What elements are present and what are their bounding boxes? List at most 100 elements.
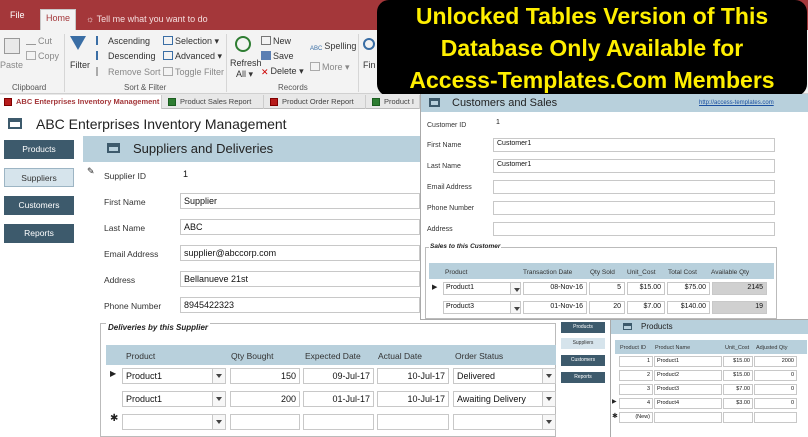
mini-nav-products[interactable]: Products: [561, 322, 605, 333]
new-record-button[interactable]: New: [261, 36, 291, 46]
customer-email-field[interactable]: [493, 180, 775, 194]
sale-product-field[interactable]: Product1: [443, 282, 521, 295]
chevron-down-icon[interactable]: [212, 369, 225, 383]
product-qty-cell[interactable]: 0: [754, 398, 797, 409]
new-product-id-cell[interactable]: (New): [619, 412, 653, 423]
filter-button[interactable]: Filter: [70, 60, 90, 70]
product-name-cell[interactable]: Product3: [654, 384, 722, 395]
delivery-product-field[interactable]: Product1: [122, 391, 226, 407]
chevron-down-icon[interactable]: [212, 392, 225, 406]
website-link[interactable]: http://access-templates.com: [699, 100, 774, 106]
new-delivery-status-field[interactable]: [453, 414, 556, 430]
last-name-field[interactable]: ABC: [180, 219, 420, 235]
save-label: Save: [273, 51, 294, 61]
supplier-id-field[interactable]: 1: [180, 167, 420, 183]
chevron-down-icon[interactable]: [542, 415, 555, 429]
sale-total-cost-field[interactable]: $140.00: [667, 301, 710, 314]
new-product-cost-cell[interactable]: [723, 412, 753, 423]
delivery-qty-field[interactable]: 200: [230, 391, 300, 407]
chevron-down-icon[interactable]: [542, 392, 555, 406]
delivery-expected-field[interactable]: 01-Jul-17: [303, 391, 374, 407]
mini-nav-customers[interactable]: Customers: [561, 355, 605, 366]
delete-record-button[interactable]: ✕ Delete ▾: [261, 66, 304, 77]
new-product-name-cell[interactable]: [654, 412, 722, 423]
sale-date-field[interactable]: 08-Nov-16: [523, 282, 587, 295]
product-cost-cell[interactable]: $3.00: [723, 398, 753, 409]
sale-qty-field[interactable]: 20: [589, 301, 625, 314]
nav-customers-button[interactable]: Customers: [4, 196, 74, 215]
new-product-qty-cell[interactable]: [754, 412, 797, 423]
product-id-cell[interactable]: 2: [619, 370, 653, 381]
delivery-expected-field[interactable]: 09-Jul-17: [303, 368, 374, 384]
toggle-filter-button[interactable]: Toggle Filter: [163, 67, 224, 77]
doc-tab-product[interactable]: Product I: [368, 95, 420, 109]
first-name-field[interactable]: Supplier: [180, 193, 420, 209]
product-qty-cell[interactable]: 0: [754, 370, 797, 381]
find-button[interactable]: Fin: [363, 60, 376, 70]
sale-total-cost-field[interactable]: $75.00: [667, 282, 710, 295]
delivery-status-field[interactable]: Delivered: [453, 368, 556, 384]
more-button[interactable]: More ▾: [310, 62, 350, 73]
product-name-cell[interactable]: Product4: [654, 398, 722, 409]
address-field[interactable]: Bellanueve 21st: [180, 271, 420, 287]
save-record-button[interactable]: Save: [261, 51, 294, 61]
customer-last-name-field[interactable]: Customer1: [493, 159, 775, 173]
product-name-cell[interactable]: Product1: [654, 356, 722, 367]
tab-file[interactable]: File: [10, 10, 25, 20]
advanced-button[interactable]: Advanced ▾: [163, 51, 222, 62]
new-delivery-expected-field[interactable]: [303, 414, 374, 430]
customer-first-name-field[interactable]: Customer1: [493, 138, 775, 152]
product-qty-cell[interactable]: 2000: [754, 356, 797, 367]
delivery-product-field[interactable]: Product1: [122, 368, 226, 384]
remove-sort-button[interactable]: Remove Sort: [96, 67, 161, 77]
phone-field[interactable]: 8945422323: [180, 297, 420, 313]
nav-suppliers-button[interactable]: Suppliers: [4, 168, 74, 187]
sale-unit-cost-field[interactable]: $15.00: [627, 282, 665, 295]
product-qty-cell[interactable]: 0: [754, 384, 797, 395]
chevron-down-icon[interactable]: [510, 302, 520, 313]
spelling-button[interactable]: ABC Spelling: [310, 41, 356, 55]
doc-tab-sales-report[interactable]: Product Sales Report: [164, 95, 264, 109]
mini-nav-reports[interactable]: Reports: [561, 372, 605, 383]
product-id-cell[interactable]: 3: [619, 384, 653, 395]
sale-date-field[interactable]: 01-Nov-16: [523, 301, 587, 314]
product-id-cell[interactable]: 4: [619, 398, 653, 409]
cut-button[interactable]: Cut: [26, 36, 52, 46]
new-delivery-qty-field[interactable]: [230, 414, 300, 430]
delivery-actual-field[interactable]: 10-Jul-17: [377, 391, 449, 407]
product-name-cell[interactable]: Product2: [654, 370, 722, 381]
product-cost-cell[interactable]: $7.00: [723, 384, 753, 395]
product-cost-cell[interactable]: $15.00: [723, 370, 753, 381]
descending-button[interactable]: Descending: [96, 51, 156, 61]
delivery-status-field[interactable]: Awaiting Delivery: [453, 391, 556, 407]
customer-phone-field[interactable]: [493, 201, 775, 215]
nav-reports-button[interactable]: Reports: [4, 224, 74, 243]
product-cost-cell[interactable]: $15.00: [723, 356, 753, 367]
delivery-actual-field[interactable]: 10-Jul-17: [377, 368, 449, 384]
doc-tab-order-report[interactable]: Product Order Report: [266, 95, 366, 109]
mini-nav-suppliers[interactable]: Suppliers: [561, 338, 605, 349]
customer-id-field[interactable]: 1: [493, 118, 773, 132]
sale-unit-cost-field[interactable]: $7.00: [627, 301, 665, 314]
copy-button[interactable]: Copy: [26, 51, 59, 61]
new-delivery-product-field[interactable]: [122, 414, 226, 430]
refresh-all-button[interactable]: Refresh: [230, 58, 262, 68]
chevron-down-icon[interactable]: [212, 415, 225, 429]
nav-products-button[interactable]: Products: [4, 140, 74, 159]
doc-tab-inventory[interactable]: ABC Enterprises Inventory Management: [0, 95, 162, 109]
chevron-down-icon[interactable]: [542, 369, 555, 383]
new-delivery-actual-field[interactable]: [377, 414, 449, 430]
sale-product-field[interactable]: Product3: [443, 301, 521, 314]
selection-button[interactable]: Selection ▾: [163, 36, 219, 47]
customer-address-field[interactable]: [493, 222, 775, 236]
product-id-cell[interactable]: 1: [619, 356, 653, 367]
tab-home[interactable]: Home: [40, 9, 77, 30]
ascending-button[interactable]: Ascending: [96, 36, 150, 46]
address-label: Address: [427, 226, 453, 233]
chevron-down-icon[interactable]: [510, 283, 520, 294]
email-field[interactable]: supplier@abccorp.com: [180, 245, 420, 261]
sale-qty-field[interactable]: 5: [589, 282, 625, 295]
tell-me-search[interactable]: ☼ Tell me what you want to do: [86, 14, 208, 24]
paste-button[interactable]: Paste: [0, 60, 23, 70]
delivery-qty-field[interactable]: 150: [230, 368, 300, 384]
